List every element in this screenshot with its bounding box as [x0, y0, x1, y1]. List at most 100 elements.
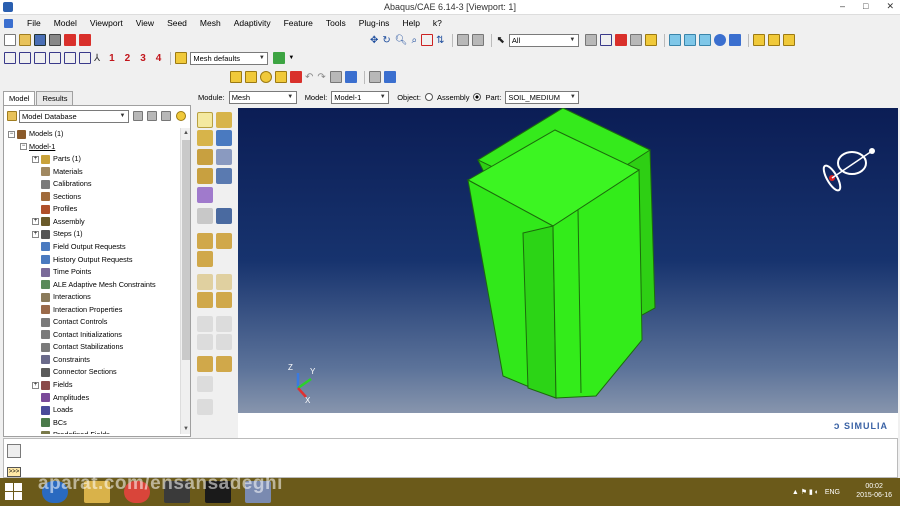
selection-option-icon[interactable] — [584, 34, 597, 46]
model-select[interactable]: Model-1 ▼ — [331, 90, 390, 104]
view-front-icon[interactable] — [4, 52, 16, 64]
color-code-icon[interactable] — [728, 34, 741, 46]
language-indicator[interactable]: ENG — [825, 489, 840, 496]
selection-filter-select[interactable]: All ▼ — [508, 33, 579, 47]
menu-seed[interactable]: Seed — [166, 18, 188, 28]
tree-expander-icon[interactable]: + — [32, 155, 39, 163]
system-menu-icon[interactable] — [4, 18, 13, 28]
magnify-icon[interactable]: 🔍︎ — [395, 35, 408, 46]
query-icon[interactable] — [197, 274, 213, 290]
mesh-controls-icon[interactable] — [216, 130, 232, 146]
delete-seeds-icon[interactable] — [197, 130, 213, 146]
display-group-icon[interactable] — [644, 34, 657, 46]
datum-icon[interactable] — [216, 274, 232, 290]
tree-item[interactable]: Contact Controls — [32, 316, 107, 328]
virtual-topology-icon[interactable] — [216, 208, 232, 224]
select-cursor-icon[interactable]: ⬉ — [496, 35, 504, 46]
datum-csys-icon[interactable] — [216, 316, 232, 332]
render-beams-icon[interactable] — [230, 71, 242, 83]
display-group-2-icon[interactable] — [767, 34, 780, 46]
menu-help[interactable]: Help — [401, 18, 420, 28]
tree-expand-icon[interactable] — [161, 111, 171, 121]
display-group-1-icon[interactable] — [752, 34, 765, 46]
message-area-toggle-icon[interactable] — [7, 444, 21, 458]
delete-mesh-icon[interactable] — [216, 168, 232, 184]
auto-fit-icon[interactable] — [421, 34, 434, 46]
part-radio[interactable] — [473, 93, 482, 101]
tree-scrollbar[interactable]: ▲ ▼ — [180, 128, 190, 434]
scroll-thumb[interactable] — [182, 140, 190, 360]
tree-expander-icon[interactable]: + — [32, 381, 39, 389]
feature-manager-icon[interactable] — [197, 376, 213, 392]
tree-item[interactable]: Amplitudes — [32, 392, 89, 404]
render-shells-icon[interactable] — [245, 71, 257, 83]
undo-icon[interactable]: ↶ — [305, 72, 313, 83]
pan-icon[interactable]: ✥ — [370, 35, 378, 46]
partition-icon[interactable] — [197, 208, 213, 224]
part-select[interactable]: SOIL_MEDIUM ▼ — [505, 90, 580, 104]
element-type-icon[interactable] — [197, 149, 213, 165]
view-cut-icon[interactable] — [368, 71, 381, 83]
drag-shape-icon[interactable] — [629, 34, 642, 46]
user-view-4-button[interactable]: 4 — [156, 53, 162, 64]
tool-a-icon[interactable] — [197, 334, 213, 350]
minimize-button[interactable]: – — [840, 1, 845, 12]
tree-item[interactable]: − Models (1) — [8, 128, 63, 140]
tree-item[interactable]: Calibrations — [32, 178, 92, 190]
query-probe-icon[interactable] — [290, 71, 302, 83]
view-right-icon[interactable] — [79, 52, 91, 64]
hint-bulb-icon[interactable] — [176, 111, 186, 121]
seed-part-icon[interactable] — [197, 112, 213, 128]
translucency-icon[interactable] — [329, 71, 342, 83]
tab-results[interactable]: Results — [36, 91, 74, 105]
tree-item[interactable]: + Parts (1) — [32, 153, 81, 165]
seed-edges-icon[interactable] — [216, 112, 232, 128]
camera-icon[interactable] — [344, 71, 357, 83]
render-wireframe-icon[interactable] — [668, 34, 681, 46]
viewport[interactable]: Z Y X — [238, 107, 898, 413]
tree-item[interactable]: Contact Stabilizations — [32, 341, 123, 353]
plugin-icon[interactable] — [197, 399, 213, 415]
tree-item[interactable]: Constraints — [32, 354, 90, 366]
close-button[interactable]: ✕ — [886, 1, 894, 12]
scroll-up-arrow-icon[interactable]: ▲ — [181, 128, 191, 138]
scroll-down-arrow-icon[interactable]: ▼ — [181, 424, 191, 434]
model-database-select[interactable]: Model Database ▼ — [19, 110, 129, 123]
query-info-icon[interactable] — [713, 34, 726, 46]
save-icon[interactable] — [34, 34, 46, 46]
tree-filter-icon[interactable] — [133, 111, 143, 121]
maximize-button[interactable]: □ — [863, 1, 868, 12]
perspective-on-icon[interactable] — [472, 34, 485, 46]
datum-axis-icon[interactable] — [216, 292, 232, 308]
red-arrow-down-icon[interactable] — [79, 34, 91, 46]
render-hidden-icon[interactable] — [683, 34, 696, 46]
perspective-off-icon[interactable] — [457, 34, 470, 46]
view-bottom-icon[interactable] — [49, 52, 61, 64]
tree-item[interactable]: Interaction Properties — [32, 304, 122, 316]
xyz-coordinate-icon[interactable] — [197, 316, 213, 332]
menu-viewport[interactable]: Viewport — [89, 18, 124, 28]
assembly-radio[interactable] — [424, 93, 433, 101]
view-left-icon[interactable] — [64, 52, 76, 64]
view-compass[interactable] — [812, 138, 882, 198]
render-shaded-icon[interactable] — [698, 34, 711, 46]
menu-mesh[interactable]: Mesh — [199, 18, 222, 28]
create-mesh-part-icon[interactable] — [216, 233, 232, 249]
tree-item[interactable]: Sections — [32, 191, 81, 203]
tab-model[interactable]: Model — [3, 91, 36, 105]
display-group-3-icon[interactable] — [782, 34, 795, 46]
datum-point-icon[interactable] — [197, 292, 213, 308]
menu-feature[interactable]: Feature — [283, 18, 314, 28]
selection-mode-icon[interactable] — [614, 34, 627, 46]
view-top-icon[interactable] — [34, 52, 46, 64]
menu-tools[interactable]: Tools — [325, 18, 347, 28]
zoom-box-icon[interactable]: ⌕ — [411, 35, 417, 46]
windows-start-icon[interactable] — [5, 483, 23, 501]
menu-plugins[interactable]: Plug-ins — [358, 18, 391, 28]
tree-item[interactable]: + Steps (1) — [32, 228, 83, 240]
color-dropdown-icon[interactable]: ▼ — [288, 55, 294, 61]
context-help-button[interactable]: k? — [432, 18, 443, 28]
rotate-icon[interactable]: ↻ — [382, 35, 390, 46]
assign-icon[interactable] — [216, 356, 232, 372]
tree-item[interactable]: Materials — [32, 166, 83, 178]
